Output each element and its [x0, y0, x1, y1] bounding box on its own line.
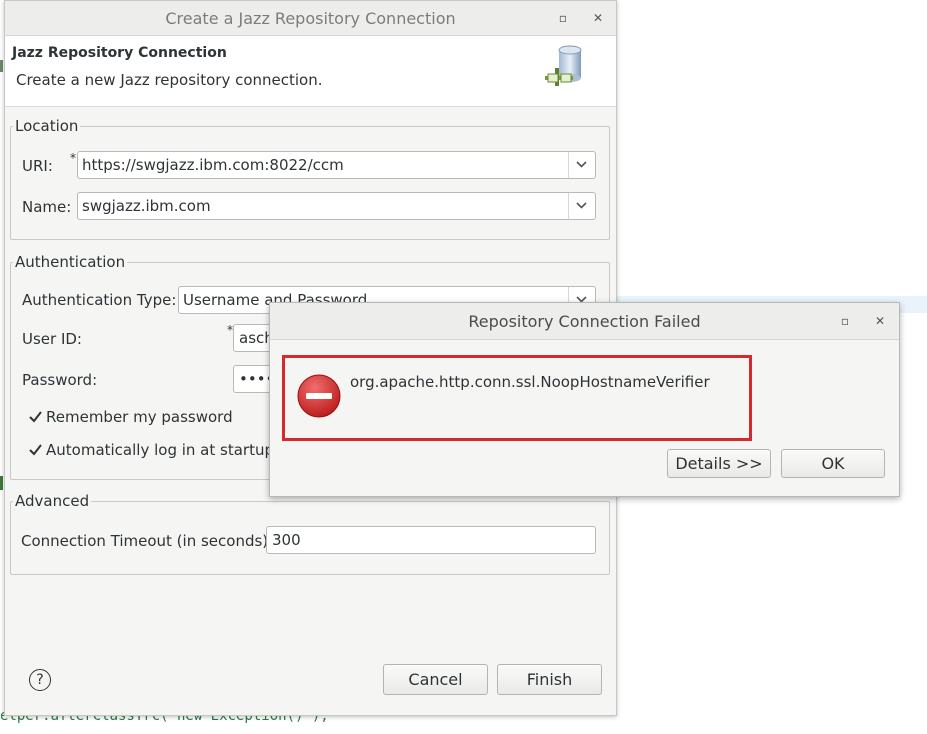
advanced-legend: Advanced [15, 492, 90, 510]
timeout-label: Connection Timeout (in seconds): [21, 532, 274, 550]
dialog-titlebar: Create a Jazz Repository Connection ▫ ✕ [5, 1, 616, 36]
banner-description: Create a new Jazz repository connection. [16, 71, 323, 89]
name-combo[interactable]: swgjazz.ibm.com [77, 192, 596, 220]
error-highlight-box [282, 355, 752, 441]
uri-combo[interactable]: https://swgjazz.ibm.com:8022/ccm [77, 151, 596, 179]
error-dialog-titlebar: Repository Connection Failed ▫ ✕ [270, 303, 899, 340]
dialog-banner: Jazz Repository Connection Create a new … [5, 36, 616, 107]
cancel-button[interactable]: Cancel [383, 664, 488, 695]
close-button[interactable]: ✕ [590, 10, 606, 26]
error-message: org.apache.http.conn.ssl.NoopHostnameVer… [350, 373, 710, 391]
finish-button[interactable]: Finish [497, 664, 602, 695]
password-label: Password: [22, 371, 98, 389]
help-icon[interactable]: ? [29, 669, 51, 691]
checkmark-icon [29, 411, 42, 423]
name-value: swgjazz.ibm.com [82, 197, 211, 215]
user-id-label: User ID: [22, 330, 82, 348]
checkmark-icon [29, 444, 42, 456]
database-connection-icon [541, 44, 589, 96]
location-legend: Location [15, 117, 79, 135]
banner-title: Jazz Repository Connection [12, 45, 227, 61]
dialog-title: Create a Jazz Repository Connection [165, 9, 456, 28]
ok-button[interactable]: OK [781, 449, 885, 478]
auto-login-checkbox[interactable] [29, 442, 42, 460]
close-button[interactable]: ✕ [872, 313, 888, 329]
connection-failed-dialog: Repository Connection Failed ▫ ✕ org.apa… [269, 302, 900, 497]
authentication-legend: Authentication [15, 253, 126, 271]
timeout-input[interactable] [270, 530, 570, 550]
error-dialog-title: Repository Connection Failed [468, 312, 701, 331]
maximize-button[interactable]: ▫ [837, 313, 853, 329]
remember-password-label[interactable]: Remember my password [46, 408, 233, 426]
auth-type-label: Authentication Type: [22, 291, 177, 309]
remember-password-checkbox[interactable] [29, 409, 42, 427]
uri-required-marker: * [70, 151, 76, 165]
editor-edge-marker [0, 476, 3, 490]
chevron-down-icon[interactable] [568, 152, 595, 178]
uri-value: https://swgjazz.ibm.com:8022/ccm [82, 156, 344, 174]
error-stop-icon [297, 374, 341, 418]
maximize-button[interactable]: ▫ [555, 10, 571, 26]
uri-label: URI: [22, 157, 53, 175]
chevron-down-icon[interactable] [568, 193, 595, 219]
editor-edge-marker [0, 60, 3, 72]
details-button[interactable]: Details >> [667, 449, 771, 478]
name-label: Name: [22, 198, 72, 216]
timeout-field[interactable] [266, 526, 596, 554]
auto-login-label[interactable]: Automatically log in at startup [46, 441, 274, 459]
